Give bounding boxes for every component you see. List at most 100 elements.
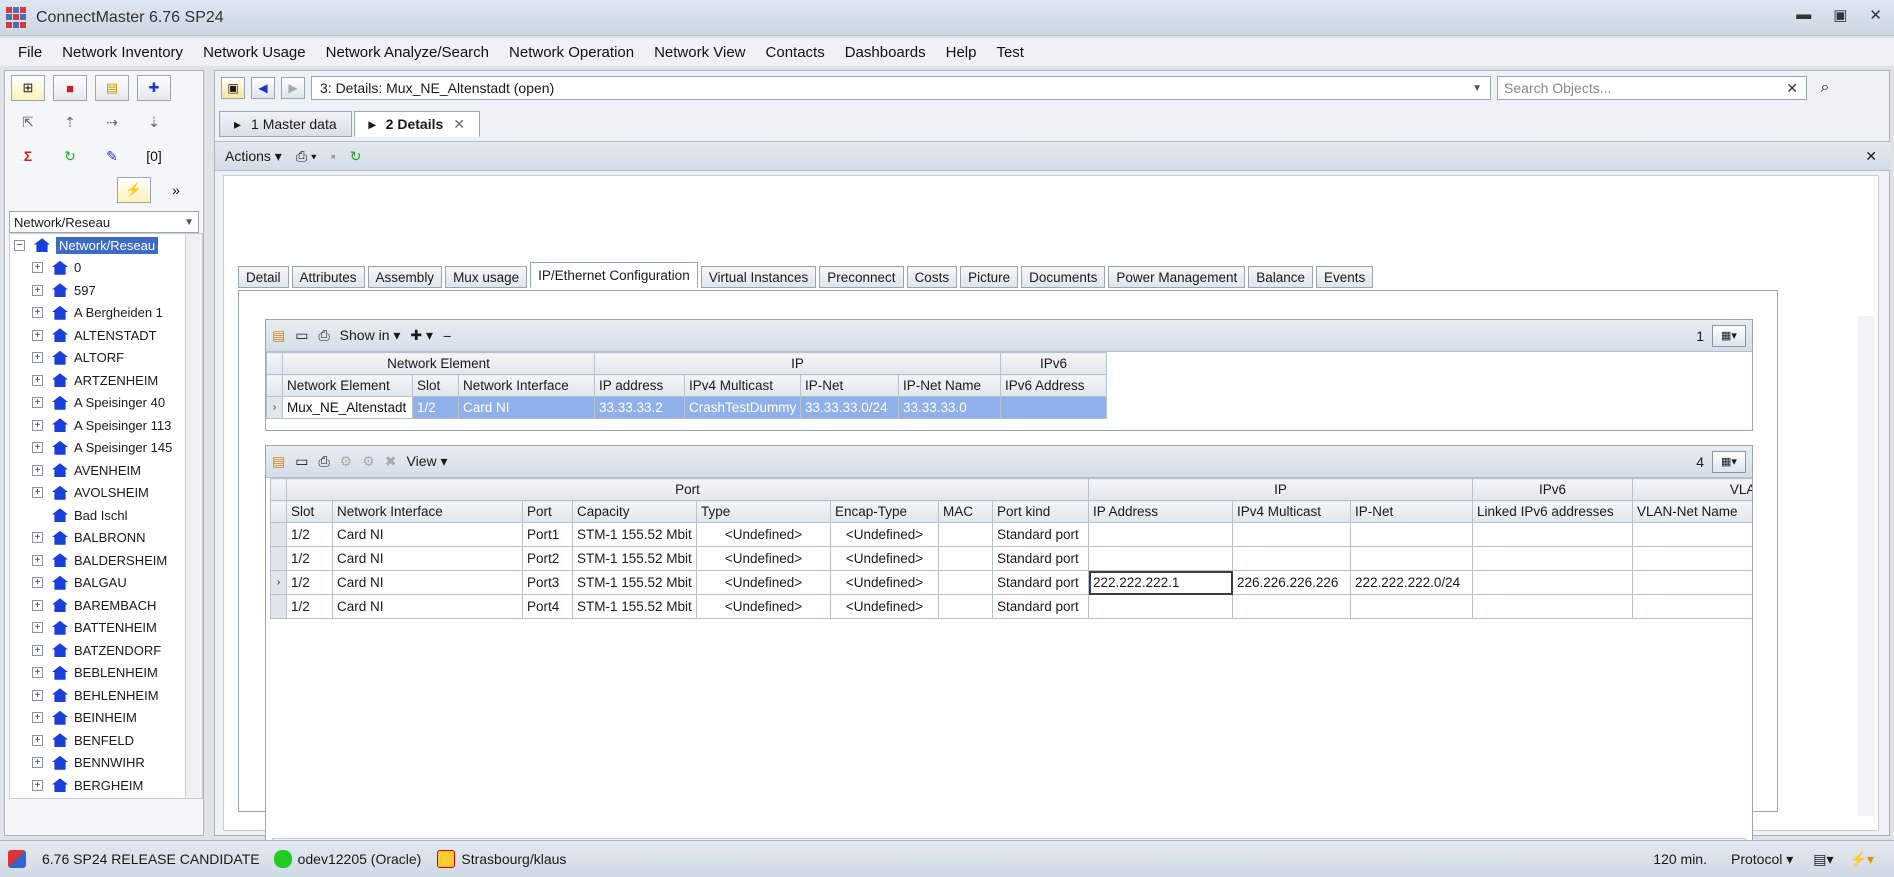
tab-events[interactable]: Events	[1316, 266, 1374, 288]
expand-more-icon[interactable]: »	[159, 177, 193, 203]
expand-icon[interactable]: +	[32, 374, 43, 386]
table-cell[interactable]: STM-1 155.52 Mbit	[572, 546, 697, 571]
link-icon[interactable]: ⇱	[11, 109, 45, 135]
tree-item[interactable]: +0	[10, 257, 188, 280]
show-in-menu[interactable]: Show in ▾	[340, 327, 401, 344]
expand-icon[interactable]: +	[32, 757, 43, 769]
table-cell[interactable]	[938, 594, 993, 619]
table-cell[interactable]	[1088, 522, 1234, 547]
grid-settings-icon[interactable]: ▦▾	[1712, 450, 1746, 473]
link-up-icon[interactable]: ⇡	[53, 109, 87, 135]
tree-item[interactable]: + BALDERSHEIM	[10, 549, 188, 572]
menu-test[interactable]: Test	[996, 44, 1024, 61]
table-cell[interactable]: <Undefined>	[830, 546, 939, 571]
tree-item[interactable]: + AVOLSHEIM	[10, 482, 188, 505]
menu-network-usage[interactable]: Network Usage	[203, 44, 306, 61]
menu-help[interactable]: Help	[946, 44, 977, 61]
table-cell[interactable]	[1472, 522, 1634, 547]
tree-item[interactable]: + A Speisinger 40	[10, 392, 188, 415]
menu-network-view[interactable]: Network View	[654, 44, 745, 61]
table-cell[interactable]: Card NI	[332, 594, 523, 619]
add-icon[interactable]: ✚ ▾	[410, 327, 433, 344]
minimize-button[interactable]: ▬	[1796, 6, 1811, 24]
expand-icon[interactable]: +	[32, 487, 43, 499]
table-cell[interactable]: Port2	[522, 546, 573, 571]
tab-picture[interactable]: Picture	[960, 266, 1019, 288]
table-cell[interactable]: 226.226.226.226	[1232, 570, 1352, 595]
table-cell[interactable]: Port1	[522, 522, 573, 547]
modules-icon[interactable]: ■	[53, 75, 87, 101]
column-header[interactable]: VLAN-Net Name	[1632, 500, 1752, 523]
menu-network-inventory[interactable]: Network Inventory	[62, 44, 183, 61]
address-input[interactable]: 3: Details: Mux_NE_Altenstadt (open) ▼	[311, 76, 1491, 100]
refresh-icon[interactable]: ↻	[350, 148, 362, 165]
close-panel-icon[interactable]: ✕	[1865, 148, 1877, 165]
table-row[interactable]: 1/2 Card NI Port1 STM-1 155.52 Mbit <Undefin…	[270, 522, 1752, 547]
table-cell[interactable]: <Undefined>	[830, 594, 939, 619]
table-cell[interactable]: 1/2	[412, 396, 459, 419]
table-cell[interactable]	[1472, 570, 1634, 595]
table-cell[interactable]: STM-1 155.52 Mbit	[572, 594, 697, 619]
expand-icon[interactable]: +	[32, 442, 43, 454]
actions-menu[interactable]: Actions ▾	[225, 148, 282, 165]
tree-item[interactable]: +597	[10, 279, 188, 302]
lightning-icon[interactable]: ⚡	[117, 177, 151, 203]
table-cell[interactable]	[1632, 546, 1752, 571]
expand-icon[interactable]: +	[32, 712, 43, 724]
print-icon[interactable]: ⎙	[318, 453, 329, 470]
table-cell[interactable]: <Undefined>	[696, 570, 831, 595]
tree-item[interactable]: + BAREMBACH	[10, 594, 188, 617]
tab-attributes[interactable]: Attributes	[291, 266, 365, 288]
tab-preconnect[interactable]: Preconnect	[819, 266, 904, 288]
expand-icon[interactable]: +	[32, 577, 43, 589]
connector-icon[interactable]: ✚	[137, 75, 171, 101]
expand-icon[interactable]: +	[32, 307, 43, 319]
table-cell[interactable]	[1632, 570, 1752, 595]
table-cell[interactable]: Port3	[522, 570, 573, 595]
table-cell[interactable]: 222.222.222.0/24	[1350, 570, 1474, 595]
column-header[interactable]: Slot	[412, 374, 459, 397]
table-cell[interactable]: Mux_NE_Altenstadt	[282, 396, 413, 419]
tree-item[interactable]: + ALTORF	[10, 347, 188, 370]
table-cell[interactable]: <Undefined>	[696, 546, 831, 571]
table-cell[interactable]	[1472, 594, 1634, 619]
column-header[interactable]: Network Interface	[332, 500, 523, 523]
tree-item[interactable]: + BENNWIHR	[10, 752, 188, 775]
table-cell[interactable]: Standard port	[991, 522, 1090, 547]
table-cell[interactable]	[938, 570, 993, 595]
column-header[interactable]: Network Interface	[458, 374, 595, 397]
tree-item[interactable]: + BERGHEIM	[10, 774, 188, 797]
table-cell[interactable]	[1088, 594, 1234, 619]
menu-contacts[interactable]: Contacts	[766, 44, 825, 61]
column-header[interactable]: Port	[522, 500, 573, 523]
table-cell[interactable]	[1232, 522, 1352, 547]
table-cell[interactable]: <Undefined>	[830, 522, 939, 547]
tree-item[interactable]: + A Speisinger 145	[10, 437, 188, 460]
documents-icon[interactable]: ▤	[95, 75, 129, 101]
lightning-icon[interactable]: ⚡▾	[1850, 851, 1874, 868]
expand-icon[interactable]: +	[32, 419, 43, 431]
column-header[interactable]: IP-Net	[1350, 500, 1474, 523]
table-cell[interactable]: 33.33.33.0	[897, 396, 1002, 419]
table-cell[interactable]: 33.33.33.0/24	[800, 396, 899, 419]
binoculars-icon[interactable]: ⌕	[1813, 77, 1837, 99]
table-row[interactable]: › Mux_NE_Altenstadt 1/2 Card NI 33.33.33.2 Cr…	[266, 396, 1108, 419]
expand-icon[interactable]: +	[32, 644, 43, 656]
table-row[interactable]: › 1/2 Card NI Port3 STM-1 155.52 Mbit <Undefi…	[270, 570, 1752, 595]
column-header[interactable]: Slot	[286, 500, 333, 523]
tree-item[interactable]: +BERNOLSHEIM	[10, 797, 188, 799]
table-cell[interactable]: CrashTestDummy	[684, 396, 801, 419]
assign-icon[interactable]: ⚙	[340, 453, 353, 470]
expand-icon[interactable]: +	[32, 532, 43, 544]
link-down-icon[interactable]: ⇣	[137, 109, 171, 135]
column-header[interactable]: Network Element	[282, 374, 413, 397]
column-header[interactable]: Encap-Type	[830, 500, 939, 523]
table-cell[interactable]	[1000, 396, 1108, 419]
table-cell[interactable]: Standard port	[991, 594, 1090, 619]
column-header[interactable]: MAC	[938, 500, 993, 523]
tree-item[interactable]: + BALBRONN	[10, 527, 188, 550]
tab-assembly[interactable]: Assembly	[367, 266, 443, 288]
column-header[interactable]: IPv4 Multicast	[684, 374, 801, 397]
layout-icon[interactable]: ▭	[295, 327, 308, 344]
column-header[interactable]: IPv6 Address	[1000, 374, 1108, 397]
